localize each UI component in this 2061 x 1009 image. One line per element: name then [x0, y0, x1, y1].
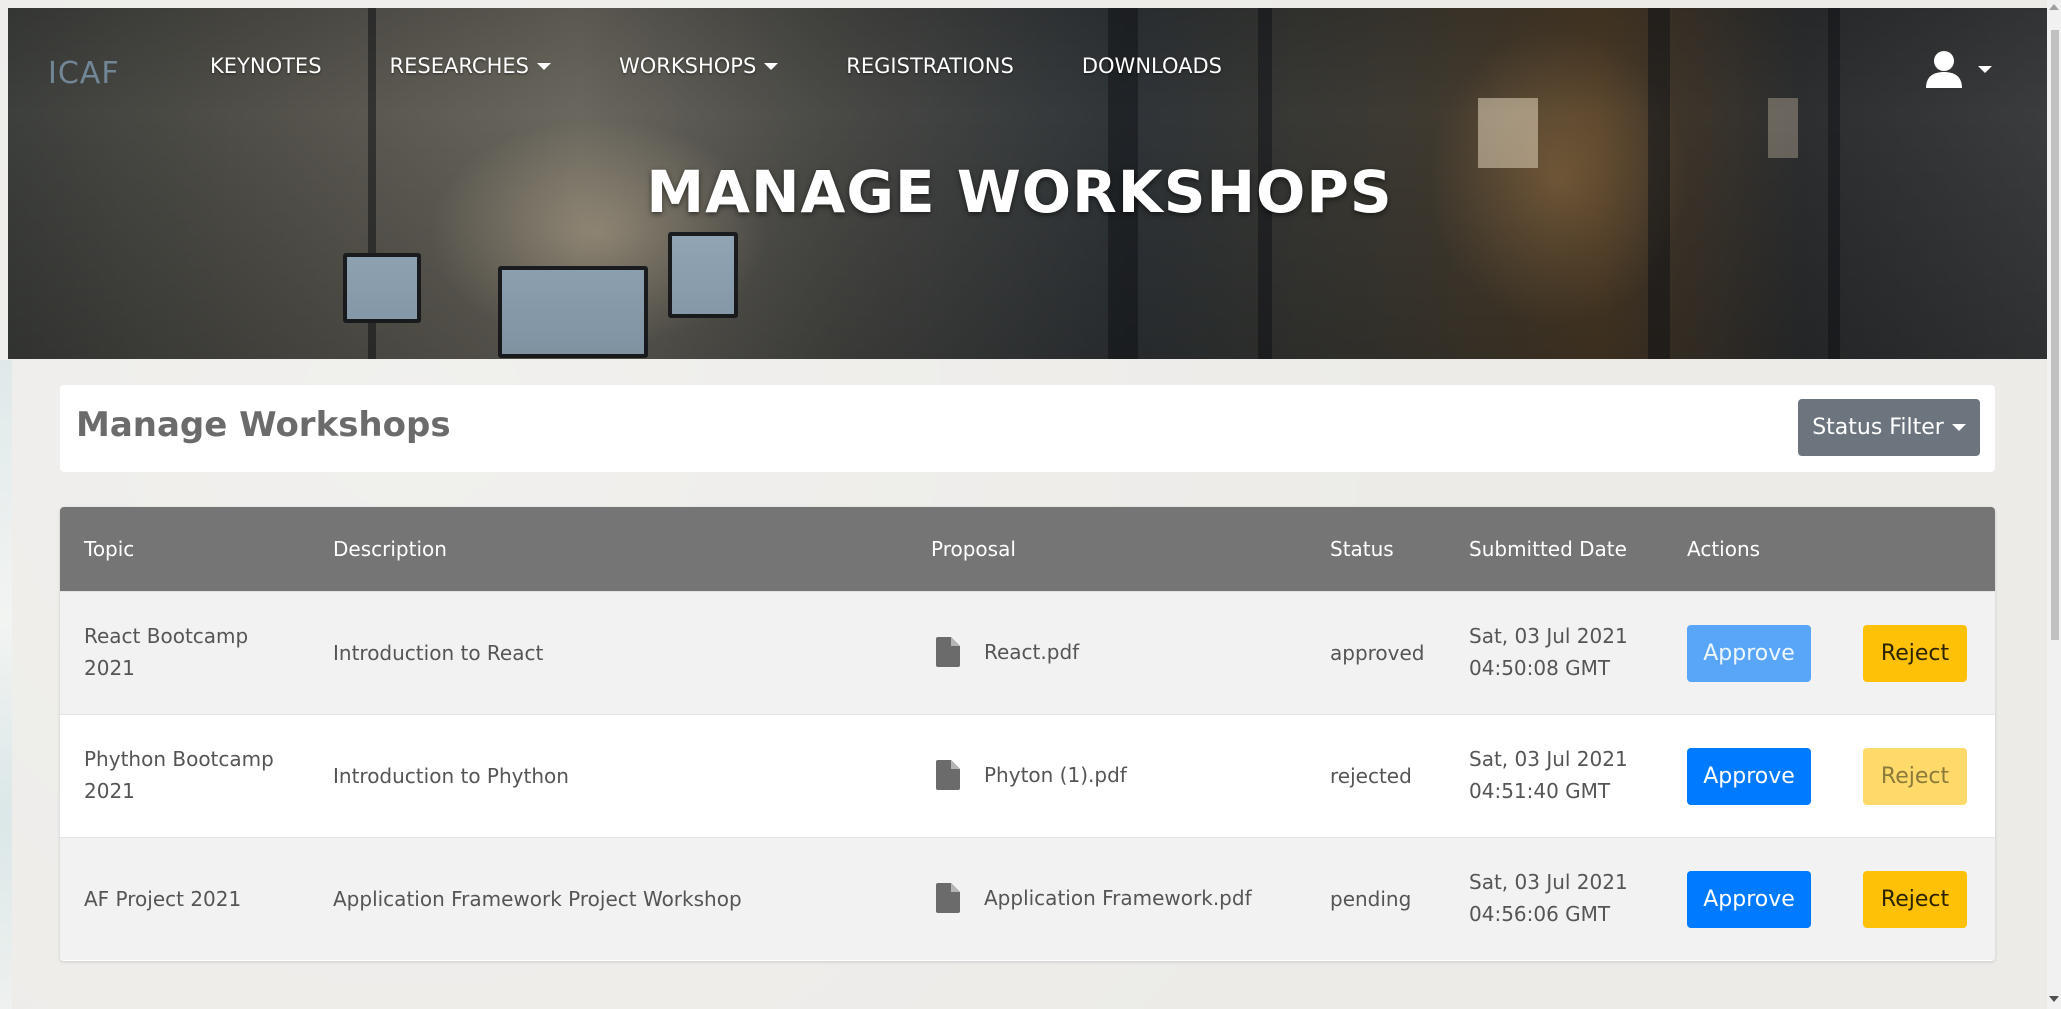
- row-submitted-date: Sat, 03 Jul 2021 04:56:06 GMT: [1469, 870, 1628, 926]
- status-badge: pending: [1330, 887, 1412, 911]
- row-proposal-link[interactable]: React.pdf: [936, 636, 1079, 668]
- site-logo[interactable]: ICAF: [48, 56, 120, 91]
- chevron-down-icon: [536, 62, 551, 70]
- nav-item-workshops[interactable]: WORKSHOPS: [619, 54, 779, 78]
- table-row: AF Project 2021 Application Framework Pr…: [60, 837, 1995, 960]
- chevron-down-icon: [1978, 65, 1992, 73]
- row-submitted-date: Sat, 03 Jul 2021 04:50:08 GMT: [1469, 624, 1628, 680]
- row-proposal-link[interactable]: Application Framework.pdf: [936, 882, 1252, 914]
- nav-item-keynotes[interactable]: KEYNOTES: [210, 54, 322, 78]
- status-badge: approved: [1330, 641, 1425, 665]
- main-nav: KEYNOTES RESEARCHES WORKSHOPS REGISTRATI…: [210, 54, 1290, 78]
- row-topic: Phython Bootcamp 2021: [84, 747, 274, 803]
- scrollbar-thumb[interactable]: [2051, 30, 2059, 640]
- column-header-actions: Actions: [1687, 537, 1761, 561]
- column-header-status: Status: [1330, 537, 1394, 561]
- file-icon: [936, 637, 960, 667]
- column-header-topic: Topic: [84, 537, 135, 561]
- row-topic: AF Project 2021: [84, 887, 242, 911]
- decorative-edge: [0, 360, 12, 1009]
- status-filter-button[interactable]: Status Filter: [1798, 399, 1980, 456]
- nav-item-registrations[interactable]: REGISTRATIONS: [846, 54, 1014, 78]
- user-menu-toggle[interactable]: [1924, 50, 1992, 88]
- row-topic: React Bootcamp 2021: [84, 624, 249, 680]
- reject-button[interactable]: Reject: [1863, 748, 1967, 805]
- chevron-down-icon: [764, 62, 779, 70]
- row-proposal-link[interactable]: Phyton (1).pdf: [936, 759, 1127, 791]
- approve-button[interactable]: Approve: [1687, 625, 1811, 682]
- row-submitted-date: Sat, 03 Jul 2021 04:51:40 GMT: [1469, 747, 1628, 803]
- page-title: Manage Workshops: [76, 405, 451, 445]
- status-badge: rejected: [1330, 764, 1412, 788]
- reject-button[interactable]: Reject: [1863, 871, 1967, 928]
- manage-header-card: Manage Workshops Status Filter: [60, 385, 1995, 472]
- approve-button[interactable]: Approve: [1687, 748, 1811, 805]
- workshops-table: Topic Description Proposal Status Submit…: [60, 507, 1995, 961]
- row-description: Introduction to React: [333, 641, 544, 665]
- chevron-down-icon: [1951, 424, 1966, 431]
- user-icon: [1926, 51, 1962, 88]
- row-description: Application Framework Project Workshop: [333, 887, 742, 911]
- column-header-description: Description: [333, 537, 447, 561]
- nav-item-downloads[interactable]: DOWNLOADS: [1082, 54, 1222, 78]
- column-header-submitted-date: Submitted Date: [1469, 537, 1627, 561]
- column-header-proposal: Proposal: [931, 537, 1016, 561]
- table-header: Topic Description Proposal Status Submit…: [60, 507, 1995, 591]
- file-icon: [936, 883, 960, 913]
- hero-title: MANAGE WORKSHOPS: [646, 158, 1393, 226]
- table-row: React Bootcamp 2021 Introduction to Reac…: [60, 591, 1995, 714]
- table-row: Phython Bootcamp 2021 Introduction to Ph…: [60, 714, 1995, 837]
- row-description: Introduction to Phython: [333, 764, 569, 788]
- file-icon: [936, 760, 960, 790]
- scroll-up-icon[interactable]: [2049, 4, 2059, 10]
- reject-button[interactable]: Reject: [1863, 625, 1967, 682]
- approve-button[interactable]: Approve: [1687, 871, 1811, 928]
- scroll-down-icon[interactable]: [2049, 996, 2059, 1002]
- nav-item-researches[interactable]: RESEARCHES: [390, 54, 551, 78]
